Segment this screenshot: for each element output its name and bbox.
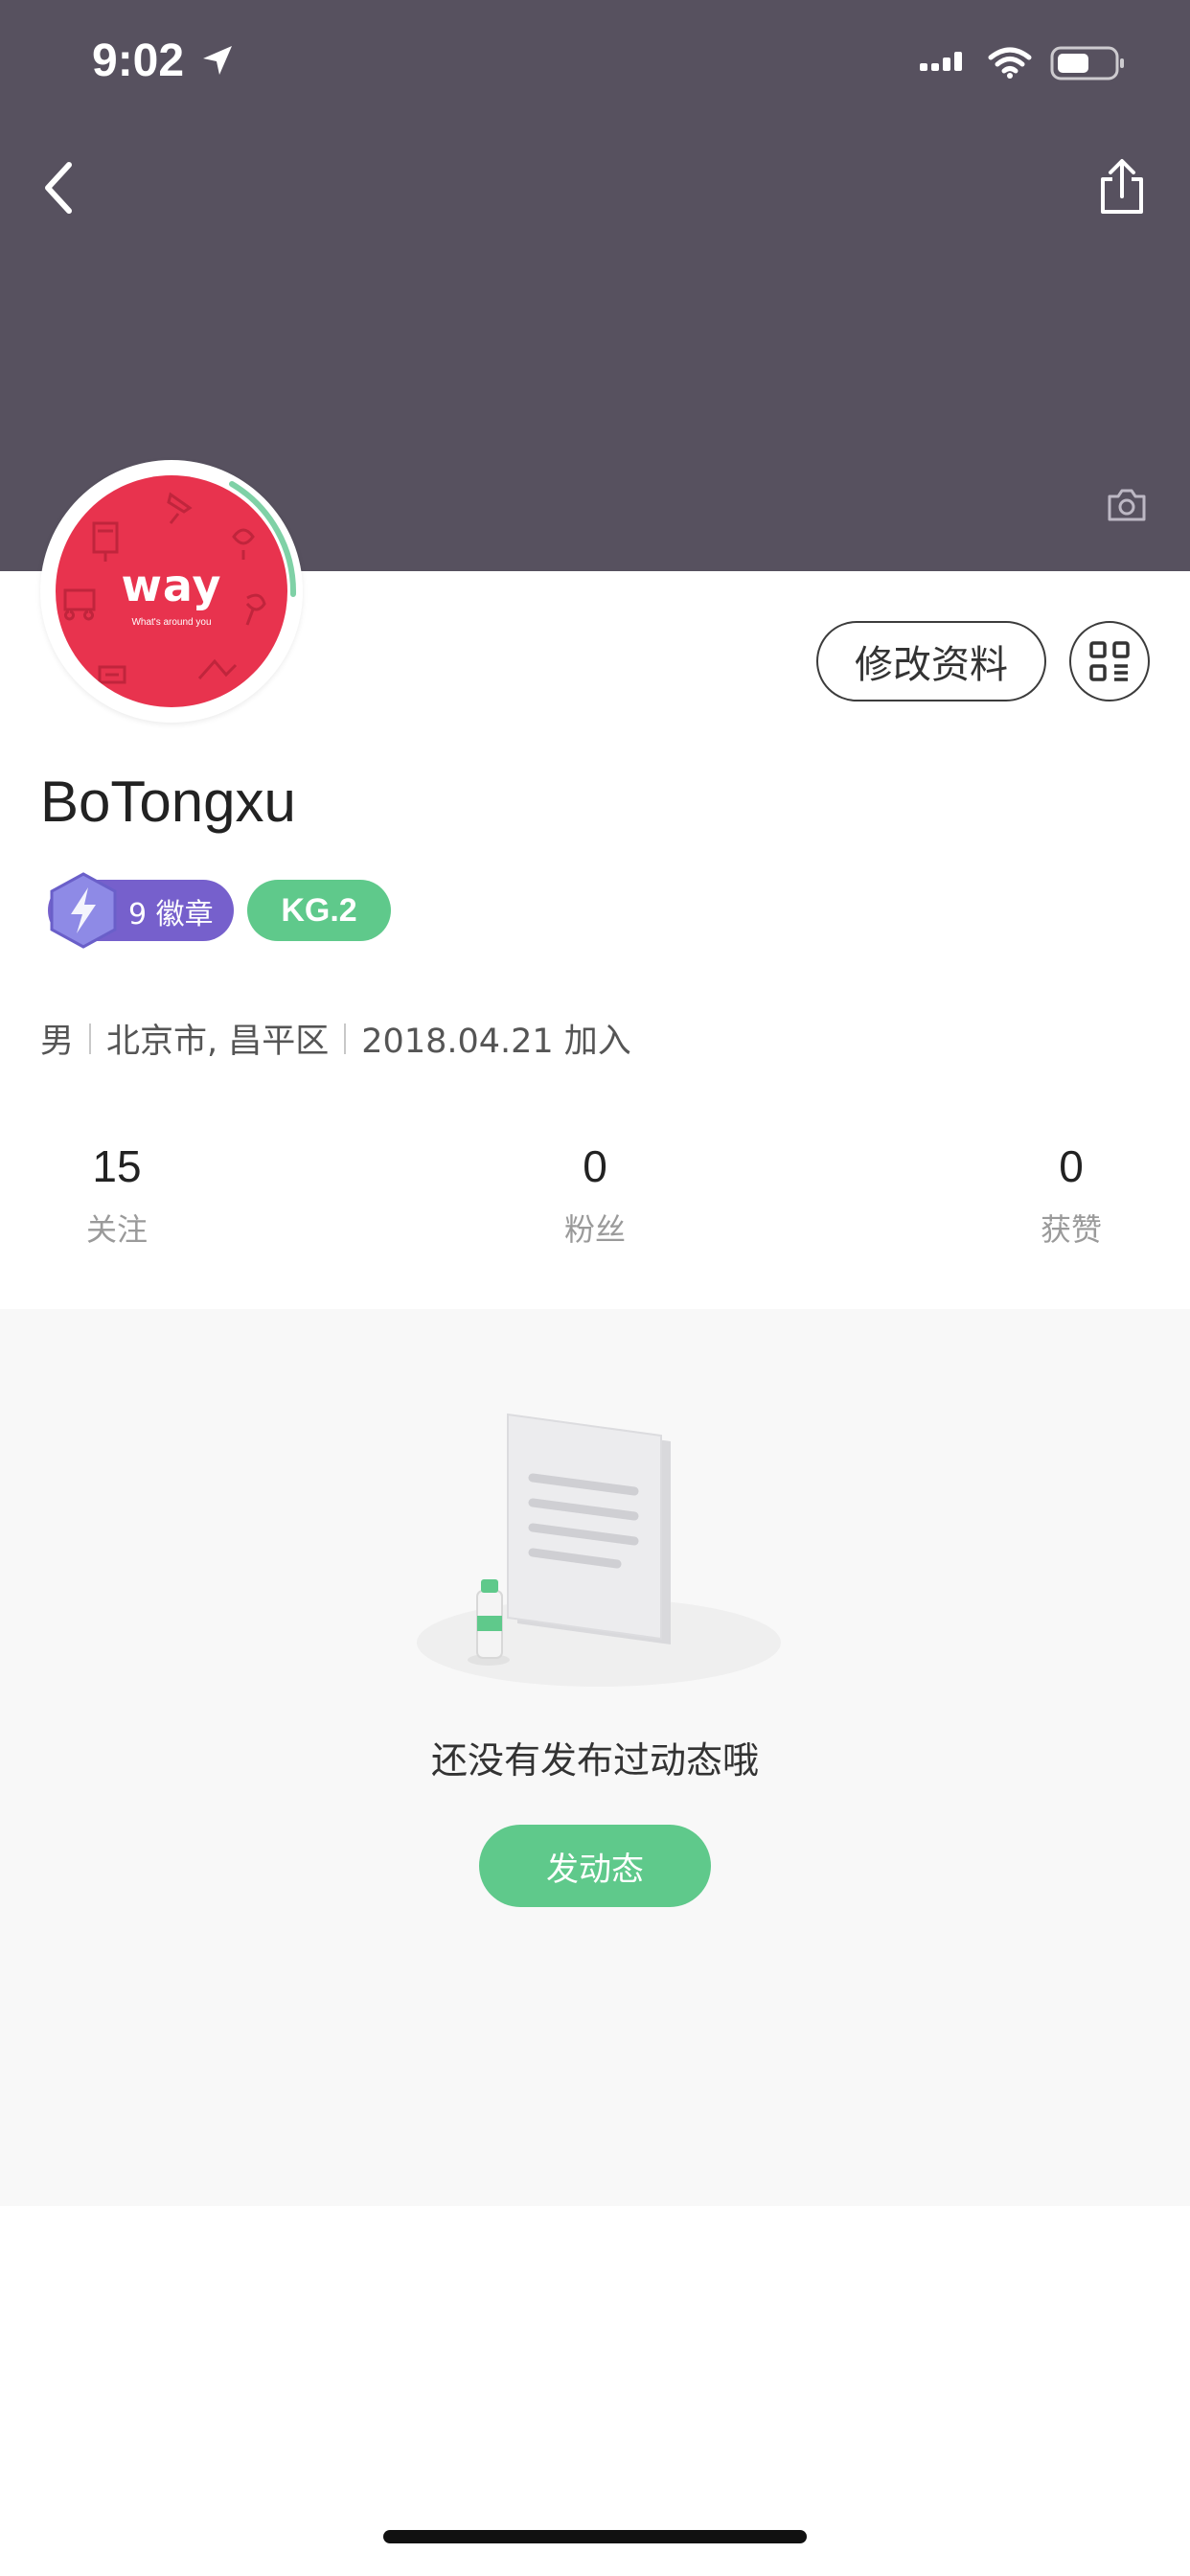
- level-progress-ring: [229, 481, 297, 597]
- stat-label: 粉丝: [563, 1211, 626, 1248]
- level-badge[interactable]: KG.2: [247, 880, 391, 941]
- empty-document-illustration: [417, 1413, 781, 1687]
- location-arrow-icon: [203, 46, 232, 75]
- joined-date-text: 2018.04.21 加入: [361, 1023, 631, 1061]
- stat-value: 0: [583, 1141, 607, 1191]
- chevron-left-icon: [45, 162, 72, 214]
- stat-value: 0: [1059, 1141, 1084, 1191]
- meta-divider: [344, 1023, 347, 1054]
- share-icon: [1101, 159, 1143, 214]
- create-post-button[interactable]: 发动态: [479, 1825, 711, 1907]
- badges-count-label: 9 徽章: [128, 898, 214, 932]
- badge-lightning-icon: [50, 872, 117, 949]
- stat-followers[interactable]: 0 粉丝: [499, 1140, 691, 1250]
- qr-code-icon: [1089, 641, 1130, 681]
- wifi-icon: [988, 47, 1032, 79]
- stat-label: 获赞: [1040, 1211, 1102, 1248]
- empty-state-message: 还没有发布过动态哦: [430, 1739, 759, 1782]
- profile-meta: 男 北京市, 昌平区 2018.04.21 加入: [40, 1014, 631, 1063]
- meta-divider: [89, 1023, 92, 1054]
- location-text: 北京市, 昌平区: [106, 1023, 330, 1061]
- edit-profile-button[interactable]: 修改资料: [816, 621, 1046, 702]
- back-button[interactable]: [29, 153, 86, 222]
- username: BoTongxu: [40, 770, 296, 834]
- stat-label: 关注: [85, 1211, 148, 1248]
- stat-following[interactable]: 15 关注: [21, 1140, 213, 1250]
- stat-value: 15: [92, 1141, 142, 1191]
- camera-icon[interactable]: [1106, 487, 1148, 523]
- share-button[interactable]: [1088, 153, 1156, 220]
- qr-code-button[interactable]: [1069, 621, 1150, 702]
- battery-icon: [1050, 46, 1124, 80]
- gender-text: 男: [40, 1023, 75, 1061]
- status-time: 9:02: [92, 35, 185, 86]
- stat-likes[interactable]: 0 获赞: [975, 1140, 1167, 1250]
- cellular-signal-icon: [920, 52, 962, 71]
- home-indicator: [383, 2530, 807, 2543]
